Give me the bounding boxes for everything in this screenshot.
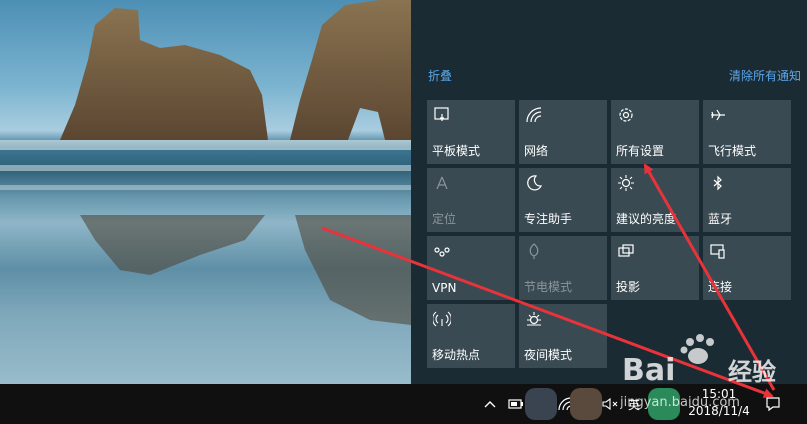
tile-label: 定位 — [432, 212, 457, 226]
tile-network[interactable]: 网络 — [519, 100, 607, 164]
collapse-link[interactable]: 折叠 — [428, 67, 452, 84]
tile-project[interactable]: 投影 — [611, 236, 699, 300]
battery-saver-icon — [529, 243, 539, 259]
tile-vpn[interactable]: VPN — [427, 236, 515, 300]
tile-label: 建议的亮度 — [616, 212, 677, 226]
tile-connect[interactable]: 连接 — [703, 236, 791, 300]
blurred-tray-icon — [570, 388, 602, 420]
tile-label: 网络 — [524, 144, 549, 158]
tile-location[interactable]: 定位 — [427, 168, 515, 232]
tile-focus-assist[interactable]: 专注助手 — [519, 168, 607, 232]
settings-gear-icon — [619, 108, 633, 122]
input-method-indicator[interactable]: 英 — [624, 384, 644, 424]
tile-label: 连接 — [708, 280, 733, 294]
beach-rocks-image — [0, 0, 411, 325]
tile-label: 投影 — [616, 280, 641, 294]
tile-label: 蓝牙 — [708, 212, 733, 226]
tile-label: 移动热点 — [432, 348, 481, 362]
night-light-icon — [527, 312, 541, 326]
tile-label: 平板模式 — [432, 144, 481, 158]
tile-all-settings[interactable]: 所有设置 — [611, 100, 699, 164]
clock-time: 15:01 — [701, 387, 737, 401]
tile-label: 飞行模式 — [708, 144, 757, 158]
blurred-tray-icon — [648, 388, 680, 420]
action-center-panel: 折叠 清除所有通知 平板模式 网络 所有设置 飞行模式 定位 专注助手 建议的亮… — [411, 0, 807, 384]
notification-icon — [766, 397, 780, 412]
tile-suggested-brightness[interactable]: 建议的亮度 — [611, 168, 699, 232]
blurred-tray-icon — [525, 388, 557, 420]
clock-date: 2018/11/4 — [688, 404, 750, 418]
desktop-wallpaper — [0, 0, 411, 384]
volume-muted-icon[interactable] — [600, 384, 622, 424]
battery-tray-icon[interactable] — [505, 384, 527, 424]
show-hidden-icons-chevron-icon[interactable] — [480, 384, 500, 424]
bluetooth-icon — [713, 175, 722, 191]
tile-label: 专注助手 — [524, 212, 573, 226]
tile-label: 夜间模式 — [524, 348, 573, 362]
brightness-icon — [618, 175, 634, 191]
tile-label: 节电模式 — [524, 280, 573, 294]
tile-battery-saver[interactable]: 节电模式 — [519, 236, 607, 300]
taskbar-clock[interactable]: 15:01 2018/11/4 — [681, 384, 757, 424]
tile-mobile-hotspot[interactable]: 移动热点 — [427, 304, 515, 368]
airplane-icon — [711, 109, 725, 121]
location-icon — [436, 176, 448, 190]
tile-night-light[interactable]: 夜间模式 — [519, 304, 607, 368]
connect-icon — [710, 244, 725, 259]
tablet-mode-icon — [434, 107, 449, 121]
project-icon — [618, 244, 634, 257]
action-center-button[interactable] — [762, 384, 784, 424]
tile-airplane-mode[interactable]: 飞行模式 — [703, 100, 791, 164]
mobile-hotspot-icon — [433, 311, 451, 327]
moon-icon — [527, 175, 543, 191]
vpn-icon — [434, 247, 450, 257]
clear-all-notifications-link[interactable]: 清除所有通知 — [729, 67, 801, 84]
tile-label: 所有设置 — [616, 144, 665, 158]
tile-bluetooth[interactable]: 蓝牙 — [703, 168, 791, 232]
tile-label: VPN — [432, 281, 457, 295]
network-icon — [526, 107, 542, 123]
tile-tablet-mode[interactable]: 平板模式 — [427, 100, 515, 164]
